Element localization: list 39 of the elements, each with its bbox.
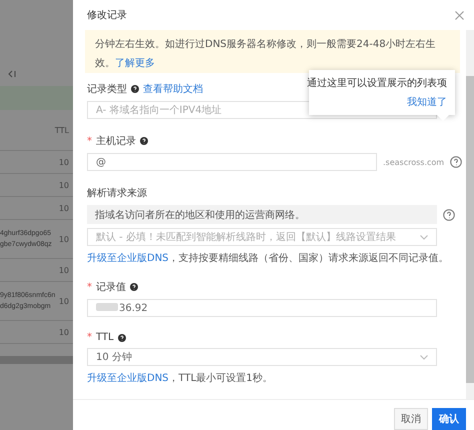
close-icon[interactable] <box>455 10 464 20</box>
table-cell: 10 <box>58 296 69 306</box>
chevron-down-icon <box>420 234 428 240</box>
dialog-title: 修改记录 <box>87 9 127 22</box>
field-label: 记录类型 <box>87 82 127 96</box>
required-mark: * <box>87 282 92 292</box>
field-description: 指域名访问者所在的地区和使用的运营商网络。 <box>87 205 437 224</box>
help-icon[interactable] <box>130 283 138 291</box>
select-field[interactable]: 10 分钟 <box>87 348 437 366</box>
field-hint: 升级至企业版DNS，TTL最小可设置1秒。 <box>87 372 274 385</box>
required-mark: * <box>87 332 92 343</box>
help-icon[interactable] <box>140 137 148 145</box>
horizontal-scrollbar[interactable] <box>0 356 73 364</box>
help-icon[interactable] <box>118 334 126 342</box>
required-mark: * <box>87 136 92 146</box>
table-cell: 10 <box>58 328 69 336</box>
notice-text: 分钟左右生效。如进行过DNS服务器名称修改，则一般需要24-48小时左右生效。了解更多 <box>95 39 436 69</box>
field-label: 记录值 <box>96 281 126 294</box>
confirm-button[interactable]: 确认 <box>432 408 466 430</box>
scrollbar[interactable] <box>466 30 474 399</box>
field-label: 解析请求来源 <box>87 186 147 200</box>
field-label: TTL <box>96 332 114 343</box>
table-cell: 10 <box>58 234 69 244</box>
table-cell: 10 <box>58 204 69 212</box>
cancel-button[interactable]: 取消 <box>394 408 428 430</box>
table-cell: 10 <box>58 266 69 274</box>
field-label: 主机记录 <box>96 134 136 148</box>
input-field[interactable]: @ <box>87 153 377 171</box>
table-cell: 10 <box>58 180 69 190</box>
chevron-down-icon <box>420 354 428 360</box>
domain-suffix: .seascross.com <box>383 158 444 166</box>
column-header: TTL <box>54 126 69 134</box>
upgrade-link[interactable]: 升级至企业版DNS <box>87 373 169 384</box>
table-cell: 10 <box>58 158 69 166</box>
collapse-icon[interactable] <box>8 70 16 78</box>
tooltip-text: 通过这里可以设置展示的列表项 <box>307 76 447 90</box>
input-field[interactable]: 36.92 <box>87 299 437 317</box>
field-hint: 升级至企业版DNS，支持按要精细线路（省份、国家）请求来源返回不同记录值。 <box>87 252 450 265</box>
learn-more-link[interactable]: 了解更多 <box>115 58 155 69</box>
